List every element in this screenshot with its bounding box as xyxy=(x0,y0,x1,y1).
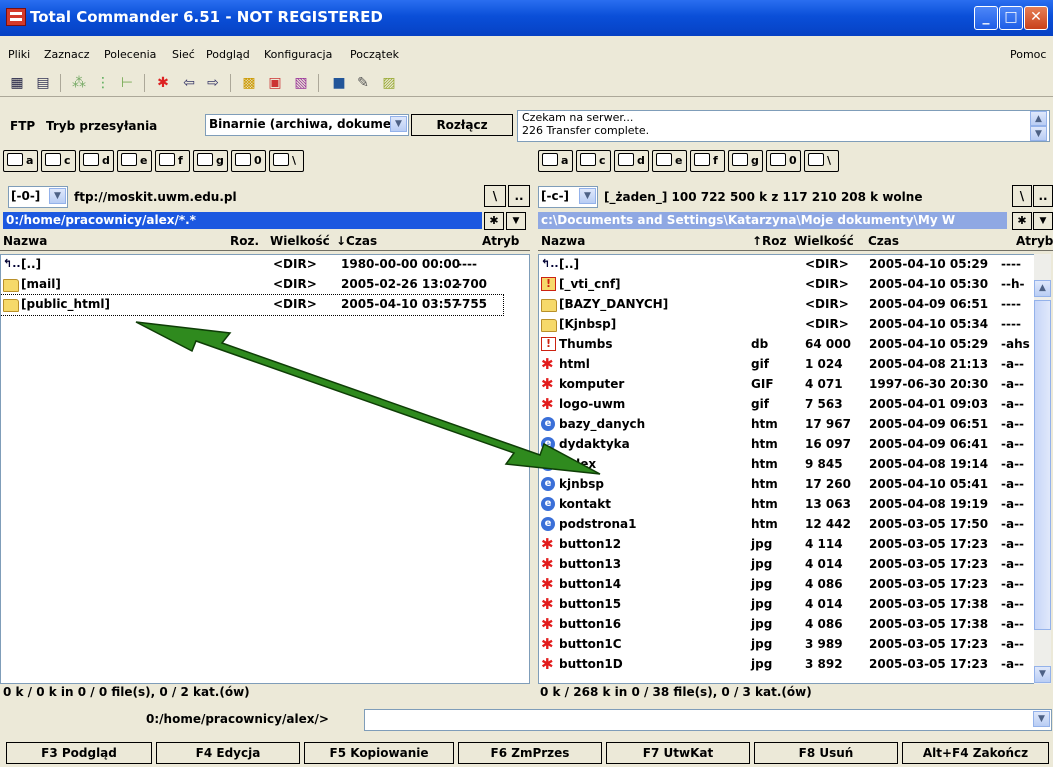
app-window: Total Commander 6.51 - NOT REGISTERED _ … xyxy=(0,0,1053,767)
double-arrow-icon xyxy=(135,321,601,475)
annotation-arrow xyxy=(135,321,601,475)
